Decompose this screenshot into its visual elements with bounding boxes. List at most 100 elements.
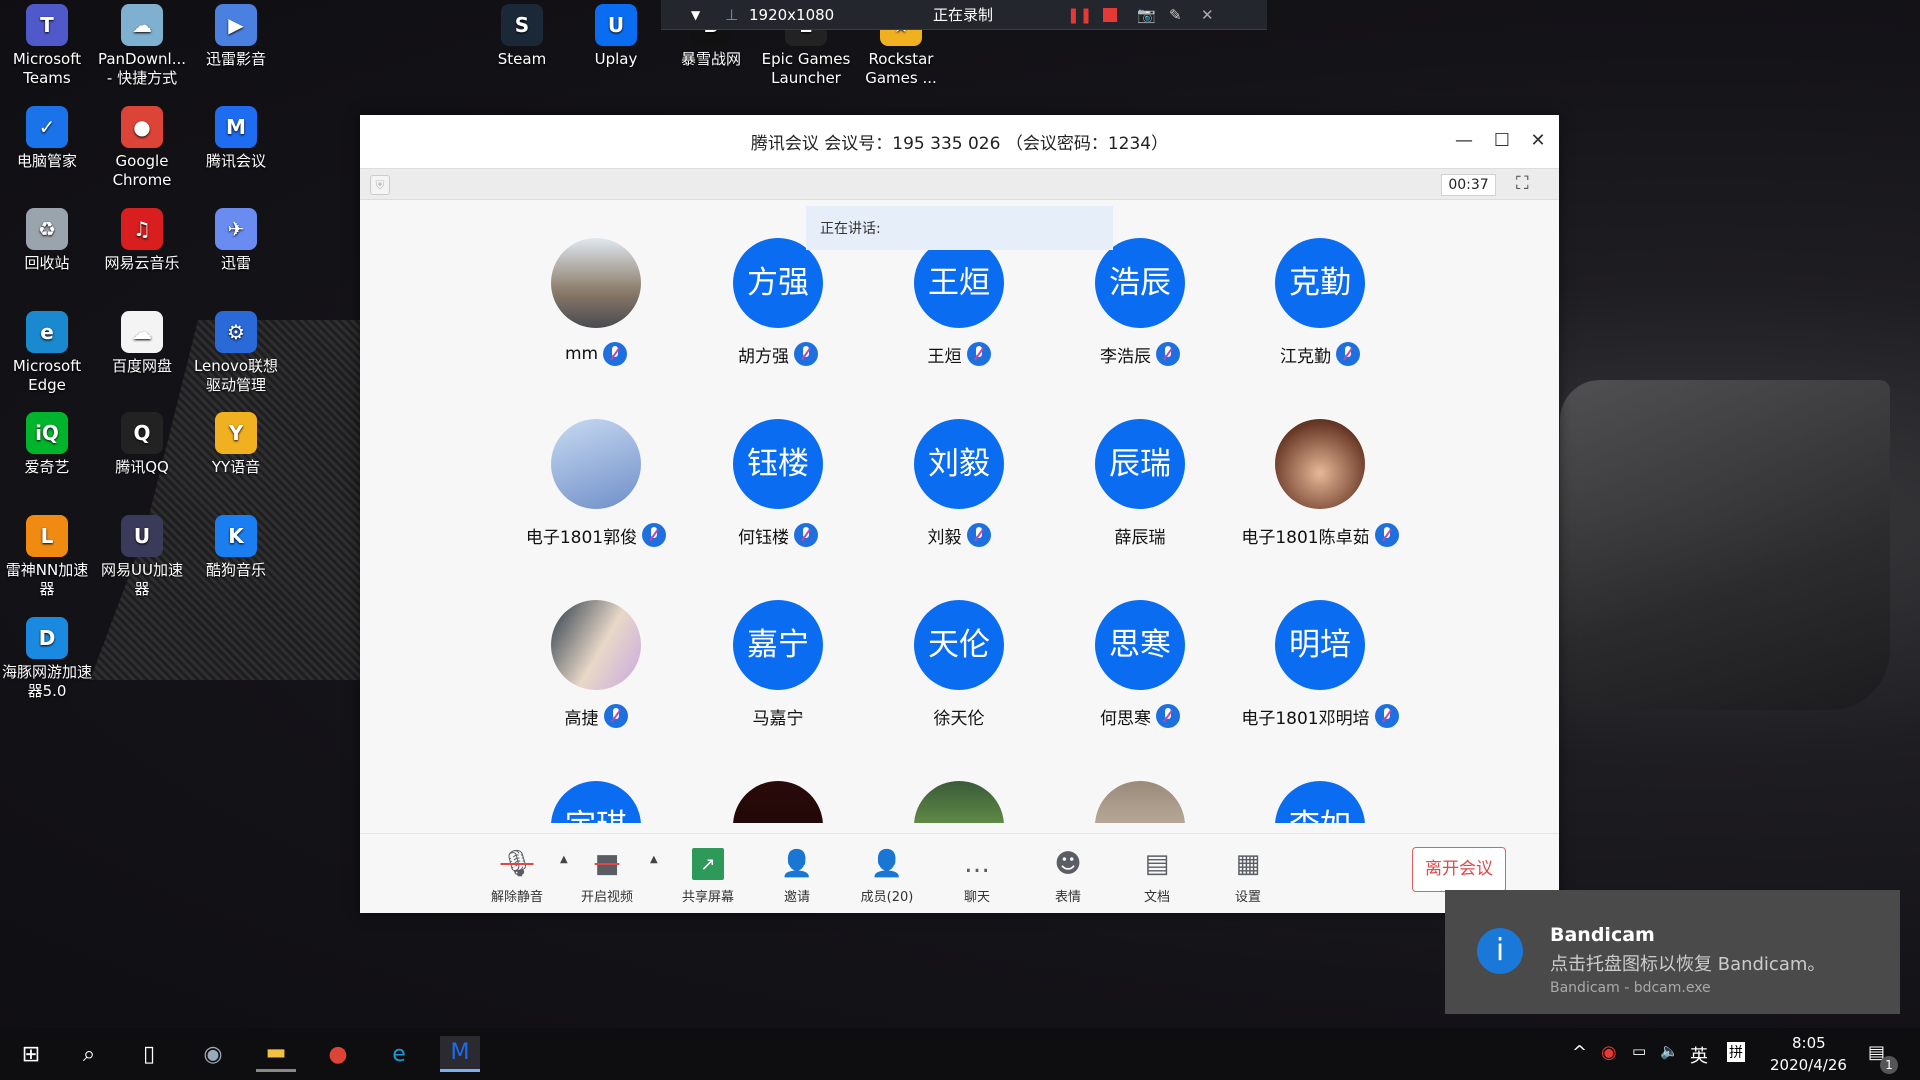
shield-icon[interactable]: ⛨ bbox=[370, 175, 390, 195]
dropdown-icon[interactable]: ▼ bbox=[691, 8, 700, 22]
participant-tile[interactable]: 刘毅 刘毅 bbox=[859, 419, 1059, 548]
participant-avatar: 嘉宁 bbox=[733, 600, 823, 690]
participant-tile[interactable]: 克勤 江克勤 bbox=[1220, 238, 1420, 367]
toolbar-button-chat[interactable]: … 聊天 bbox=[937, 848, 1017, 905]
participant-avatar bbox=[551, 419, 641, 509]
participant-tile[interactable] bbox=[678, 781, 878, 823]
participant-tile[interactable]: 明培 电子1801邓明培 bbox=[1220, 600, 1420, 729]
participant-tile[interactable]: 天伦 徐天伦 bbox=[859, 600, 1059, 729]
participant-avatar bbox=[1095, 781, 1185, 823]
pin-icon[interactable]: ⊥ bbox=[725, 6, 738, 24]
desktop-icon[interactable]: U 网易UU加速器 bbox=[94, 515, 190, 599]
notification-toast[interactable]: i Bandicam 点击托盘图标以恢复 Bandicam。 Bandicam … bbox=[1445, 890, 1900, 1014]
clock-date[interactable]: 2020/4/26 bbox=[1770, 1056, 1847, 1074]
desktop-icon[interactable]: S Steam bbox=[474, 4, 570, 69]
desktop-icon[interactable]: D 海豚网游加速器5.0 bbox=[0, 617, 95, 701]
desktop-icon[interactable]: ⚙ Lenovo联想驱动管理 bbox=[188, 311, 284, 395]
app-icon: ▶ bbox=[215, 4, 257, 46]
participant-grid[interactable]: mm 方强 胡方强 王烜 王烜 浩辰 李浩辰 克勤 江克勤电子1801郭俊 钰楼 何钰楼 刘毅 刘毅 辰瑞… bbox=[360, 200, 1559, 823]
participant-name: 高捷 bbox=[564, 708, 599, 729]
desktop-icon[interactable]: Y YY语音 bbox=[188, 412, 284, 477]
participant-avatar: 王烜 bbox=[914, 238, 1004, 328]
participant-avatar bbox=[1275, 419, 1365, 509]
camera-icon[interactable]: 📷 bbox=[1137, 6, 1156, 24]
toolbar-button-camera-off[interactable]: ■ 开启视频 bbox=[567, 848, 647, 905]
search-icon[interactable]: ⌕ bbox=[69, 1036, 109, 1072]
tencent-meeting-taskbar-icon[interactable]: M bbox=[440, 1036, 480, 1072]
bandicam-tray-icon[interactable]: ◉ bbox=[1601, 1042, 1617, 1063]
participant-tile[interactable]: 宇琪 bbox=[496, 781, 696, 823]
desktop-icon[interactable]: ▶ 迅雷影音 bbox=[188, 4, 284, 69]
toolbar-button-mic-muted[interactable]: 🎙 解除静音 bbox=[477, 848, 557, 905]
participant-tile[interactable]: 钰楼 何钰楼 bbox=[678, 419, 878, 548]
clock-time[interactable]: 8:05 bbox=[1792, 1034, 1826, 1052]
participant-tile[interactable]: 辰瑞 薛辰瑞 bbox=[1040, 419, 1240, 548]
desktop-icon[interactable]: e Microsoft Edge bbox=[0, 311, 95, 395]
fullscreen-icon[interactable]: ⛶ bbox=[1516, 173, 1529, 194]
desktop-icon[interactable]: ● Google Chrome bbox=[94, 106, 190, 190]
caret-up-icon[interactable]: ▲ bbox=[560, 854, 568, 865]
desktop-icon[interactable]: ☁ PanDownl... - 快捷方式 bbox=[94, 4, 190, 88]
start-button[interactable]: ⊞ bbox=[11, 1036, 51, 1072]
participant-name: 刘毅 bbox=[927, 527, 962, 548]
participant-tile[interactable]: 嘉宁 马嘉宁 bbox=[678, 600, 878, 729]
desktop-icon[interactable]: iQ 爱奇艺 bbox=[0, 412, 95, 477]
mic-muted-icon bbox=[1374, 704, 1399, 728]
participant-tile[interactable]: 王烜 王烜 bbox=[859, 238, 1059, 367]
participant-tile[interactable]: 浩辰 李浩辰 bbox=[1040, 238, 1240, 367]
toolbar-button-members[interactable]: 👤 成员(20) bbox=[847, 848, 927, 905]
desktop-icon[interactable]: L 雷神NN加速器 bbox=[0, 515, 95, 599]
participant-tile[interactable]: 高捷 bbox=[496, 600, 696, 729]
desktop-icon[interactable]: K 酷狗音乐 bbox=[188, 515, 284, 580]
pause-icon[interactable]: ❚❚ bbox=[1067, 6, 1092, 24]
toolbar-label: 开启视频 bbox=[580, 890, 633, 905]
edge-icon[interactable]: e bbox=[379, 1036, 419, 1072]
desktop-icon-label: Rockstar Games ... bbox=[865, 50, 937, 87]
ime-language[interactable]: 英 bbox=[1690, 1042, 1708, 1068]
caret-up-icon[interactable]: ▲ bbox=[650, 854, 658, 865]
toolbar-button-invite[interactable]: 👤 邀请 bbox=[757, 848, 837, 905]
camera-app-icon[interactable]: ◉ bbox=[193, 1036, 233, 1072]
participant-tile[interactable]: 李如 bbox=[1220, 781, 1420, 823]
close-icon[interactable]: ✕ bbox=[1526, 129, 1550, 153]
desktop-icon[interactable]: M 腾讯会议 bbox=[188, 106, 284, 171]
participant-tile[interactable]: mm bbox=[496, 238, 696, 366]
toolbar-button-share-screen[interactable]: ↗ 共享屏幕 bbox=[668, 848, 748, 905]
participant-tile[interactable] bbox=[859, 781, 1059, 823]
desktop-icon[interactable]: ☁ 百度网盘 bbox=[94, 311, 190, 376]
participant-name-row: 高捷 bbox=[496, 704, 696, 729]
desktop-icon[interactable]: ✓ 电脑管家 bbox=[0, 106, 95, 171]
volume-icon[interactable]: 🔈 bbox=[1660, 1042, 1679, 1060]
ime-mode[interactable]: 拼 bbox=[1727, 1042, 1745, 1062]
participant-tile[interactable]: 思寒 何思寒 bbox=[1040, 600, 1240, 729]
desktop-icon[interactable]: Q 腾讯QQ bbox=[94, 412, 190, 477]
chrome-icon[interactable]: ● bbox=[318, 1036, 358, 1072]
file-explorer-icon[interactable]: ▬ bbox=[256, 1036, 296, 1072]
participant-tile[interactable] bbox=[1040, 781, 1240, 823]
stop-icon[interactable] bbox=[1103, 8, 1117, 22]
participant-tile[interactable]: 电子1801陈卓茹 bbox=[1220, 419, 1420, 548]
close-icon[interactable]: ✕ bbox=[1201, 6, 1214, 24]
pencil-icon[interactable]: ✎ bbox=[1169, 6, 1182, 24]
participant-tile[interactable]: 电子1801郭俊 bbox=[496, 419, 696, 548]
participant-avatar bbox=[551, 238, 641, 328]
notification-count-badge: 1 bbox=[1880, 1056, 1898, 1074]
minimize-icon[interactable]: — bbox=[1452, 129, 1476, 153]
show-hidden-icons[interactable]: ^ bbox=[1572, 1042, 1587, 1063]
desktop-icon[interactable]: ♫ 网易云音乐 bbox=[94, 208, 190, 273]
desktop-icon[interactable]: U Uplay bbox=[568, 4, 664, 69]
app-icon: ⚙ bbox=[215, 311, 257, 353]
maximize-icon[interactable]: ☐ bbox=[1490, 129, 1514, 153]
app-icon: L bbox=[26, 515, 68, 557]
participant-tile[interactable]: 方强 胡方强 bbox=[678, 238, 878, 367]
battery-icon[interactable]: ▭ bbox=[1632, 1042, 1646, 1060]
desktop-icon[interactable]: T Microsoft Teams bbox=[0, 4, 95, 88]
task-view-icon[interactable]: ▯ bbox=[129, 1036, 169, 1072]
app-icon: K bbox=[215, 515, 257, 557]
toolbar-button-emoji[interactable]: ☻ 表情 bbox=[1028, 848, 1108, 905]
leave-meeting-button[interactable]: 离开会议 bbox=[1412, 847, 1506, 892]
desktop-icon[interactable]: ✈ 迅雷 bbox=[188, 208, 284, 273]
desktop-icon[interactable]: ♻ 回收站 bbox=[0, 208, 95, 273]
toolbar-button-settings[interactable]: ▦ 设置 bbox=[1208, 848, 1288, 905]
toolbar-button-document[interactable]: ▤ 文档 bbox=[1117, 848, 1197, 905]
